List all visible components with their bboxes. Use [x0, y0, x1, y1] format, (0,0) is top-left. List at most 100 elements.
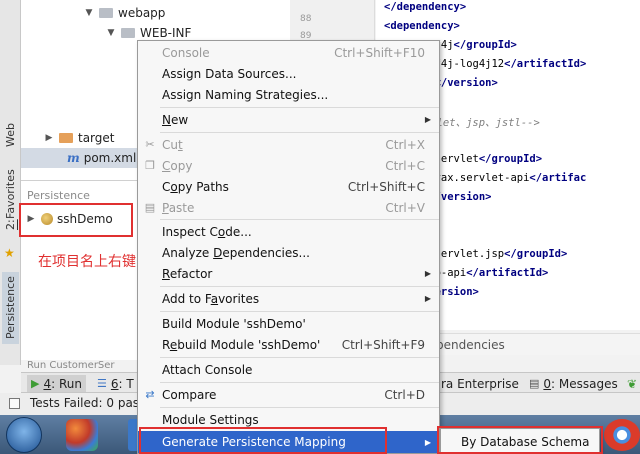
tree-item-target[interactable]: ▶ target	[43, 128, 115, 148]
code-token: </groupId>	[478, 153, 543, 165]
menu-item-label: Paste	[162, 201, 194, 215]
tool-tab-web[interactable]: Web	[2, 118, 19, 152]
scissors-icon: ✂	[145, 138, 155, 151]
status-checkbox-icon	[9, 398, 20, 409]
messages-icon: ▤	[529, 377, 540, 390]
menu-item-rebuild-module[interactable]: Rebuild Module 'sshDemo' Ctrl+Shift+F9	[138, 334, 439, 355]
maven-icon: m	[67, 151, 80, 165]
tool-tab-favorites[interactable]: 2: Favorites	[2, 158, 19, 242]
status-text: Tests Failed: 0 pas	[30, 396, 140, 410]
code-token: </version>	[434, 77, 498, 89]
mnemonic: t	[177, 137, 183, 152]
menu-item-copy-paths[interactable]: Copy Paths Ctrl+Shift+C	[138, 176, 439, 197]
menu-item-label-rest: opy	[170, 158, 193, 173]
menu-item-label-pre: Analyze	[162, 245, 214, 260]
menu-item-analyze-dependencies[interactable]: Analyze Dependencies...	[138, 242, 439, 263]
menu-item-label-pre: Inspect C	[162, 224, 218, 239]
menu-item-label: Module Settings	[162, 412, 259, 427]
menu-item-label-pre: R	[162, 337, 170, 352]
code-token: </artifactId>	[466, 267, 549, 279]
browser-icon[interactable]	[604, 419, 640, 451]
mnemonic: a	[210, 291, 219, 306]
menu-item-assign-data-sources[interactable]: Assign Data Sources...	[138, 63, 439, 84]
tool-button-messages-num: 0	[543, 376, 552, 391]
menu-item-shortcut: Ctrl+C	[385, 158, 425, 173]
menu-item-label: New	[162, 113, 188, 127]
tool-button-messages[interactable]: ▤ 0: Messages	[529, 375, 618, 392]
submenu-arrow-icon: ▶	[424, 437, 431, 447]
menu-item-label-pre: Add to F	[162, 291, 211, 306]
submenu-arrow-icon: ▶	[424, 269, 431, 278]
compare-arrows-icon: ⇄	[145, 388, 155, 401]
menu-item-refactor[interactable]: Refactor ▶	[138, 263, 439, 284]
annotation-text: 在项目名上右键	[38, 254, 136, 270]
menu-item-attach-console[interactable]: Attach Console	[138, 359, 439, 380]
tool-tab-favorites-label: Favorites	[4, 169, 17, 220]
clipboard-icon: ▤	[144, 201, 156, 214]
chevron-down-icon[interactable]: ▼	[105, 28, 117, 38]
menu-item-label: Inspect Code...	[162, 225, 252, 239]
tool-button-run-label: : Run	[51, 376, 82, 391]
app-icon-colorful[interactable]	[66, 419, 98, 451]
menu-item-label: Rebuild Module 'sshDemo'	[162, 338, 320, 352]
leaf-icon[interactable]: ❦	[627, 375, 637, 392]
tool-button-messages-label: : Messages	[551, 376, 618, 391]
code-token: <dependency>	[384, 20, 460, 32]
tool-button-todo[interactable]: ☰ 6: T	[97, 375, 134, 392]
menu-item-shortcut: Ctrl+Shift+C	[347, 179, 425, 194]
persistence-panel-title: Persistence	[27, 189, 90, 202]
star-icon: ★	[4, 246, 15, 260]
submenu-arrow-icon: ▶	[424, 115, 431, 124]
play-icon: ▶	[31, 377, 40, 390]
menu-item-shortcut: Ctrl+Shift+F10	[334, 45, 425, 60]
chevron-right-icon[interactable]: ▶	[43, 133, 55, 143]
menu-item-copy[interactable]: ❐ Copy Ctrl+C	[138, 155, 439, 176]
menu-item-label-rest: vorites	[218, 291, 260, 306]
tool-button-javaee[interactable]: ra Enterprise	[441, 375, 519, 392]
menu-item-inspect-code[interactable]: Inspect Code...	[138, 221, 439, 242]
menu-separator	[160, 407, 439, 408]
tree-item-label: webapp	[118, 6, 166, 20]
mnemonic: o	[170, 179, 178, 194]
menu-item-label: Assign Data Sources...	[162, 66, 297, 81]
menu-separator	[160, 382, 439, 383]
menu-item-label: Build Module 'sshDemo'	[162, 316, 306, 331]
tool-tab-persistence[interactable]: Persistence	[2, 272, 19, 344]
menu-item-label: Compare	[162, 387, 217, 402]
tree-item-webapp[interactable]: ▼ webapp	[83, 3, 166, 23]
tool-tab-persistence-label: Persistence	[4, 276, 17, 340]
menu-item-assign-naming-strategies[interactable]: Assign Naming Strategies...	[138, 84, 439, 105]
menu-separator	[160, 311, 439, 312]
start-button-icon[interactable]	[6, 417, 42, 453]
menu-item-label: Copy	[162, 159, 192, 173]
chevron-down-icon[interactable]: ▼	[83, 8, 95, 18]
code-line: <dependency>	[384, 20, 460, 32]
tool-button-todo-num: 6	[110, 376, 119, 391]
menu-item-label-rest: aste	[168, 200, 195, 215]
menu-separator	[160, 219, 439, 220]
menu-item-label: Cut	[162, 138, 183, 152]
tree-item-label: pom.xml	[83, 151, 137, 165]
menu-item-build-module[interactable]: Build Module 'sshDemo'	[138, 313, 439, 334]
menu-item-add-to-favorites[interactable]: Add to Favorites ▶	[138, 288, 439, 309]
menu-item-cut[interactable]: ✂ Cut Ctrl+X	[138, 134, 439, 155]
menu-item-new[interactable]: New ▶	[138, 109, 439, 130]
tree-item-label: WEB-INF	[140, 26, 192, 40]
menu-item-label-rest: ew	[170, 112, 189, 127]
menu-item-label: Attach Console	[162, 362, 253, 377]
menu-item-label-rest: py Paths	[177, 179, 229, 194]
left-tool-strip: Web 2: Favorites ★ Persistence	[0, 0, 21, 365]
menu-item-label: Assign Naming Strategies...	[162, 87, 329, 102]
mnemonic: P	[162, 200, 169, 215]
mnemonic: D	[213, 245, 223, 260]
annotation-box-by-database-schema	[437, 426, 603, 454]
menu-item-paste[interactable]: ▤ Paste Ctrl+V	[138, 197, 439, 218]
menu-item-console[interactable]: Console Ctrl+Shift+F10	[138, 42, 439, 63]
mnemonic: N	[162, 112, 171, 127]
menu-item-compare[interactable]: ⇄ Compare Ctrl+D	[138, 384, 439, 405]
code-token: </dependency>	[384, 1, 467, 13]
tool-button-run[interactable]: ▶ 4: Run	[27, 375, 86, 392]
menu-separator	[160, 286, 439, 287]
menu-item-label-rest: de...	[225, 224, 252, 239]
code-token: </groupId>	[504, 248, 568, 260]
